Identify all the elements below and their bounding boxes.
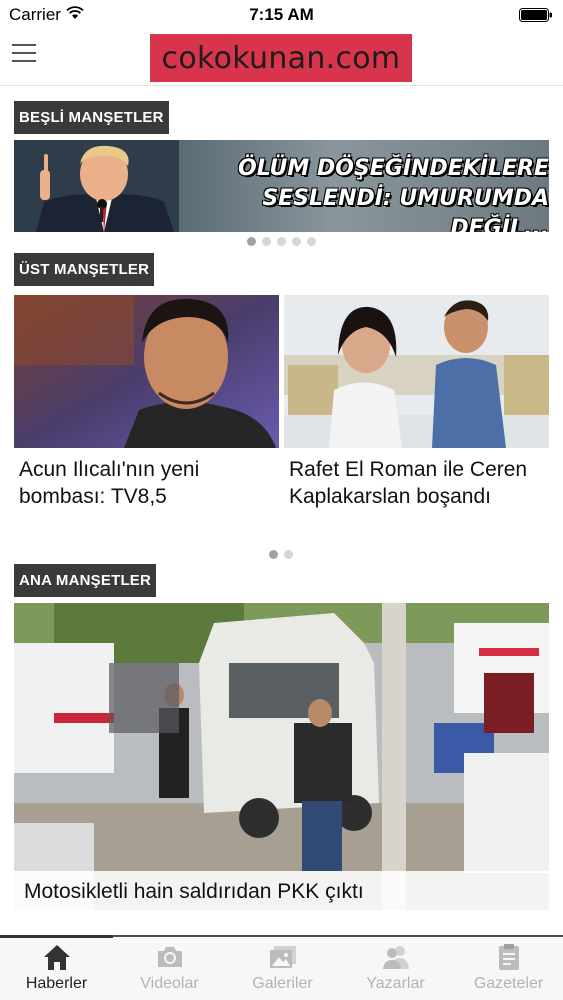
pagination-dot[interactable]: [284, 550, 293, 559]
tab-label: Haberler: [25, 975, 88, 992]
main-headline-image[interactable]: [14, 603, 549, 910]
tab-label: Gazeteler: [473, 975, 544, 992]
home-icon: [43, 945, 70, 970]
site-logo[interactable]: cokokunan.com: [150, 34, 412, 82]
bottom-tab-bar: Haberler Videolar Galeriler Yazarlar Gaz…: [0, 935, 563, 1000]
news-card-title: Rafet El Roman ile Ceren Kaplakarslan bo…: [289, 458, 528, 508]
tab-gazeteler[interactable]: Gazeteler: [452, 937, 563, 1000]
tab-label: Yazarlar: [366, 975, 425, 992]
tab-galeriler[interactable]: Galeriler: [226, 937, 339, 1000]
tab-label: Galeriler: [252, 975, 313, 992]
tab-haberler[interactable]: Haberler: [0, 937, 113, 1000]
besli-pagination-dots[interactable]: [247, 237, 316, 246]
tab-label: Videolar: [140, 975, 199, 992]
pagination-dot[interactable]: [247, 237, 256, 246]
users-icon: [382, 946, 409, 969]
section-label-ana: ANA MANŞETLER: [14, 564, 157, 597]
camera-icon: [157, 947, 182, 967]
ust-pagination-dots[interactable]: [269, 550, 293, 559]
app-screen: Carrier 7:15 AM cokokunan.com BEŞLİ MANŞ…: [0, 0, 563, 1000]
status-bar: Carrier 7:15 AM: [0, 0, 563, 30]
news-card-image: [284, 295, 549, 448]
main-headline-caption[interactable]: Motosikletli hain saldırıdan PKK çıktı: [14, 871, 549, 912]
news-card-image: [14, 295, 279, 448]
news-card[interactable]: Rafet El Roman ile Ceren Kaplakarslan bo…: [284, 295, 549, 510]
clipboard-icon: [498, 944, 519, 970]
pagination-dot[interactable]: [292, 237, 301, 246]
tab-yazarlar[interactable]: Yazarlar: [339, 937, 452, 1000]
battery-icon: [519, 8, 552, 22]
status-time: 7:15 AM: [249, 5, 314, 24]
banner-person-image: [24, 140, 179, 232]
logo-text: cokokunan.com: [161, 40, 401, 76]
section-label-ust: ÜST MANŞETLER: [14, 253, 155, 286]
gallery-icon: [269, 946, 296, 968]
pagination-dot[interactable]: [269, 550, 278, 559]
tab-videolar[interactable]: Videolar: [113, 937, 226, 1000]
section-label-besli: BEŞLİ MANŞETLER: [14, 101, 169, 134]
besli-headline-banner[interactable]: ÖLÜM DÖŞEĞİNDEKİLERE SESLENDİ: UMURUMDA …: [14, 140, 549, 232]
news-card-title: Acun Ilıcalı'nın yeni bombası: TV8,5: [19, 458, 200, 508]
banner-headline-line1: ÖLÜM DÖŞEĞİNDEKİLERE: [238, 156, 549, 181]
app-header: cokokunan.com: [0, 30, 563, 86]
banner-headline-line2: SESLENDİ: UMURUMDA DEĞİL...: [262, 186, 549, 232]
hamburger-menu-icon[interactable]: [12, 44, 36, 66]
news-card[interactable]: Acun Ilıcalı'nın yeni bombası: TV8,5: [14, 295, 279, 510]
pagination-dot[interactable]: [262, 237, 271, 246]
pagination-dot[interactable]: [277, 237, 286, 246]
banner-headline: ÖLÜM DÖŞEĞİNDEKİLERE SESLENDİ: UMURUMDA …: [179, 154, 549, 232]
pagination-dot[interactable]: [307, 237, 316, 246]
